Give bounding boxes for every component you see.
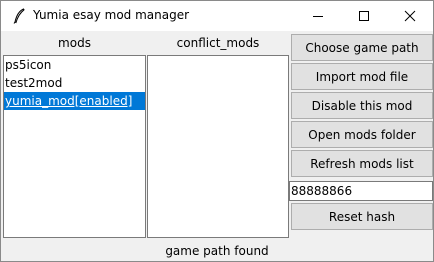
minimize-icon bbox=[313, 16, 323, 17]
client-area: mods conflict_mods ps5icon test2mod yumia_… bbox=[1, 31, 433, 261]
app-window: Yumia esay mod manager mods conflict_mod… bbox=[0, 0, 434, 262]
conflict-mods-label: conflict_mods bbox=[176, 36, 260, 50]
close-icon bbox=[404, 10, 416, 22]
list-item[interactable]: ps5icon bbox=[4, 56, 145, 74]
hash-input[interactable] bbox=[289, 181, 433, 201]
disable-mod-button[interactable]: Disable this mod bbox=[291, 92, 433, 119]
choose-game-path-button[interactable]: Choose game path bbox=[291, 34, 433, 61]
window-title: Yumia esay mod manager bbox=[33, 8, 190, 22]
status-text: game path found bbox=[165, 244, 269, 258]
title-bar[interactable]: Yumia esay mod manager bbox=[1, 1, 433, 31]
refresh-mods-list-button[interactable]: Refresh mods list bbox=[291, 150, 433, 177]
list-item[interactable]: test2mod bbox=[4, 74, 145, 92]
feather-icon bbox=[13, 8, 25, 24]
maximize-button[interactable] bbox=[341, 1, 387, 31]
close-button[interactable] bbox=[387, 1, 433, 31]
maximize-icon bbox=[359, 11, 369, 21]
mods-listbox[interactable]: ps5icon test2mod yumia_mod[enabled] bbox=[3, 55, 146, 238]
import-mod-file-button[interactable]: Import mod file bbox=[291, 63, 433, 90]
open-mods-folder-button[interactable]: Open mods folder bbox=[291, 121, 433, 148]
reset-hash-button[interactable]: Reset hash bbox=[291, 203, 433, 230]
mods-label: mods bbox=[58, 36, 91, 50]
minimize-button[interactable] bbox=[295, 1, 341, 31]
list-item[interactable]: yumia_mod[enabled] bbox=[4, 92, 145, 110]
conflict-mods-listbox[interactable] bbox=[147, 55, 289, 238]
